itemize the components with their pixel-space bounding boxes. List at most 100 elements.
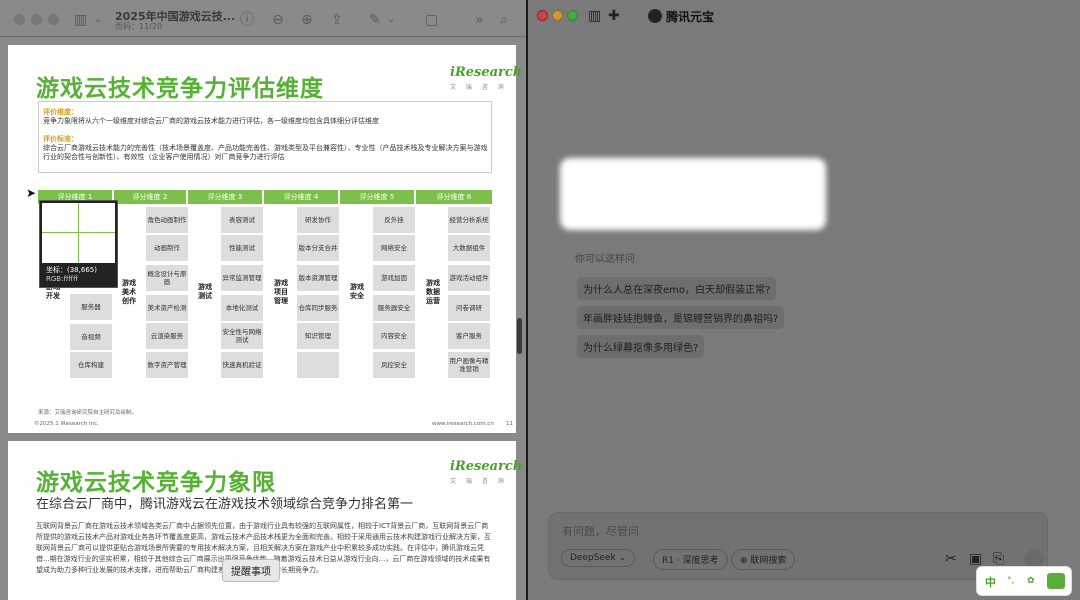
cell: 动画制作 xyxy=(146,235,188,261)
iresearch-logo: iResearch xyxy=(450,459,523,474)
attach-icon[interactable]: ⎘ xyxy=(993,551,1004,567)
header-dim-6: 评分维度 6 xyxy=(416,190,492,204)
scissors-icon[interactable]: ✂ xyxy=(945,551,957,567)
chat-input-placeholder[interactable]: 有问题，尽管问 xyxy=(562,523,639,539)
header-dim-4: 评分维度 4 xyxy=(264,190,338,204)
cell: 本地化测试 xyxy=(221,295,263,321)
chevron-down-icon[interactable]: ⌄ xyxy=(94,12,102,28)
header-dim-5: 评分维度 5 xyxy=(340,190,414,204)
cell: 问卷调研 xyxy=(448,295,490,321)
page-title: 游戏云技术竞争力评估维度 xyxy=(36,76,324,102)
pdf-viewer-window: ▥ ⌄ 2025年中国游戏云技... 页码：11/20 ⓘ ⊖ ⊕ ⇪ ✎ ⌄ … xyxy=(0,0,526,600)
iresearch-logo: iResearch xyxy=(450,65,523,80)
copyright: ©2025.1 iResearch Inc. xyxy=(34,421,99,427)
evaluation-description-box: 评价维度： 竞争力象限将从六个一级维度对综合云厂商的游戏云技术能力进行评估，各一… xyxy=(38,101,492,173)
cell: 版本资源管理 xyxy=(297,265,339,291)
cell: 游戏活动组件 xyxy=(448,265,490,291)
sidebar-toggle-icon[interactable]: ▥ xyxy=(588,8,601,24)
category-security: 游戏安全 xyxy=(350,283,364,300)
cell: 安全性与网络测试 xyxy=(221,323,263,349)
logo-subtitle: 艾 瑞 咨 询 xyxy=(450,84,508,91)
cell-empty xyxy=(297,352,339,378)
tooltip-coordinate: 坐标：(38,665) xyxy=(46,266,97,274)
cell: 服务器安全 xyxy=(373,295,415,321)
cell: 云渲染服务 xyxy=(146,323,188,349)
suggestion-2[interactable]: 年画胖娃娃抱鲤鱼，是锦鲤营销界的鼻祖吗? xyxy=(577,306,785,329)
dimension-label: 评价维度： xyxy=(43,108,78,116)
markup-pen-icon[interactable]: ✎ xyxy=(369,12,381,28)
sidebar-toggle-icon[interactable]: ▥ xyxy=(74,12,87,28)
logo-subtitle: 艾 瑞 咨 询 xyxy=(450,478,508,485)
cell: 快速真机验证 xyxy=(221,352,263,378)
ime-skin-icon[interactable]: ✿ xyxy=(1027,576,1035,586)
crop-icon[interactable]: ▢ xyxy=(425,12,438,28)
search-icon[interactable]: ⌕ xyxy=(500,12,508,28)
toolbar-divider xyxy=(0,36,526,37)
cell: 用户画像与精准营销 xyxy=(448,352,490,378)
page-subtitle: 在综合云厂商中，腾讯游戏云在游戏技术领域综合竞争力排名第一 xyxy=(36,497,414,512)
share-icon[interactable]: ⇪ xyxy=(331,12,343,28)
zoom-button[interactable] xyxy=(567,10,578,21)
category-project: 游戏项目管理 xyxy=(274,279,288,305)
cell: 仓库同步服务 xyxy=(297,295,339,321)
yuanbao-window: ▥ ✚ 腾讯元宝 你可以这样问 为什么人总在深夜emo，白天却假装正常? 年画胖… xyxy=(528,0,1080,600)
cell: 内容安全 xyxy=(373,323,415,349)
cell: 异常监测管理 xyxy=(221,265,263,291)
cell: 表容测试 xyxy=(221,207,263,233)
cell: 反外挂 xyxy=(373,207,415,233)
reminder-tooltip[interactable]: 提醒事项 xyxy=(222,559,280,582)
page-indicator: 页码：11/20 xyxy=(115,22,163,31)
cell: 游戏加固 xyxy=(373,265,415,291)
cell: 概念设计与原画 xyxy=(146,265,188,291)
image-upload-icon[interactable]: ▣ xyxy=(969,551,982,567)
zoom-button[interactable] xyxy=(48,14,59,25)
chat-input-box[interactable]: 有问题，尽管问 DeepSeek ⌄ R1 · 深度思考 ⊕ 联网搜索 ✂ ▣ … xyxy=(548,512,1048,580)
ime-punctuation-icon[interactable]: °, xyxy=(1007,576,1014,586)
cell: 经营分析系统 xyxy=(448,207,490,233)
standard-text: 综合云厂商游戏云技术能力的完善性（技术场景覆盖度、产品功能完善性、游戏类型及平台… xyxy=(43,144,488,161)
dimension-text: 竞争力象限将从六个一级维度对综合云厂商的游戏云技术能力进行评估，各一级维度均包含… xyxy=(43,117,379,125)
redacted-greeting xyxy=(560,158,826,230)
info-icon[interactable]: ⓘ xyxy=(240,12,254,28)
cell: 客户服务 xyxy=(448,323,490,349)
cell: 性能测试 xyxy=(221,235,263,261)
page-title: 游戏云技术竞争力象限 xyxy=(36,470,276,496)
web-search-label: 联网搜索 xyxy=(750,556,787,566)
minimize-button[interactable] xyxy=(31,14,42,25)
close-button[interactable] xyxy=(14,14,25,25)
ime-language[interactable]: 中 xyxy=(985,574,996,590)
suggestion-1[interactable]: 为什么人总在深夜emo，白天却假装正常? xyxy=(577,277,777,300)
deep-think-button[interactable]: R1 · 深度思考 xyxy=(653,549,728,570)
minimize-button[interactable] xyxy=(552,10,563,21)
web-search-button[interactable]: ⊕ 联网搜索 xyxy=(731,549,796,570)
site-url: www.iresearch.com.cn xyxy=(432,421,494,427)
standard-label: 评价标准： xyxy=(43,135,78,143)
cell: 研发协作 xyxy=(297,207,339,233)
suggestion-3[interactable]: 为什么绿幕抠像多用绿色? xyxy=(577,335,705,358)
yuanbao-logo-icon xyxy=(648,9,662,23)
markup-chevron-icon[interactable]: ⌄ xyxy=(387,12,395,28)
category-operations: 游戏数据运营 xyxy=(426,279,440,305)
mouse-cursor-icon: ➤ xyxy=(26,186,37,200)
category-test: 游戏测试 xyxy=(198,283,212,300)
app-name: 腾讯元宝 xyxy=(666,10,715,24)
ime-toolbar[interactable]: 中 °, ✿ xyxy=(976,566,1072,596)
cell: 数字资产管理 xyxy=(146,352,188,378)
cell: 服务器 xyxy=(70,294,112,320)
close-button[interactable] xyxy=(537,10,548,21)
cell: 风控安全 xyxy=(373,352,415,378)
scrollbar-thumb[interactable] xyxy=(517,318,522,354)
cell: 知识管理 xyxy=(297,323,339,349)
deepseek-model-button[interactable]: DeepSeek ⌄ xyxy=(561,549,636,567)
zoom-in-icon[interactable]: ⊕ xyxy=(301,12,313,28)
cell: 美术资产检测 xyxy=(146,295,188,321)
more-icon[interactable]: » xyxy=(475,12,484,28)
ime-mascot-icon[interactable] xyxy=(1047,573,1065,589)
category-art: 游戏美术创作 xyxy=(122,279,136,305)
deepseek-label: DeepSeek xyxy=(570,553,616,563)
cell: 角色动画制作 xyxy=(146,207,188,233)
zoom-out-icon[interactable]: ⊖ xyxy=(272,12,284,28)
header-dim-3: 评分维度 3 xyxy=(188,190,262,204)
new-chat-icon[interactable]: ✚ xyxy=(608,8,620,24)
cell: 大数据组件 xyxy=(448,235,490,261)
